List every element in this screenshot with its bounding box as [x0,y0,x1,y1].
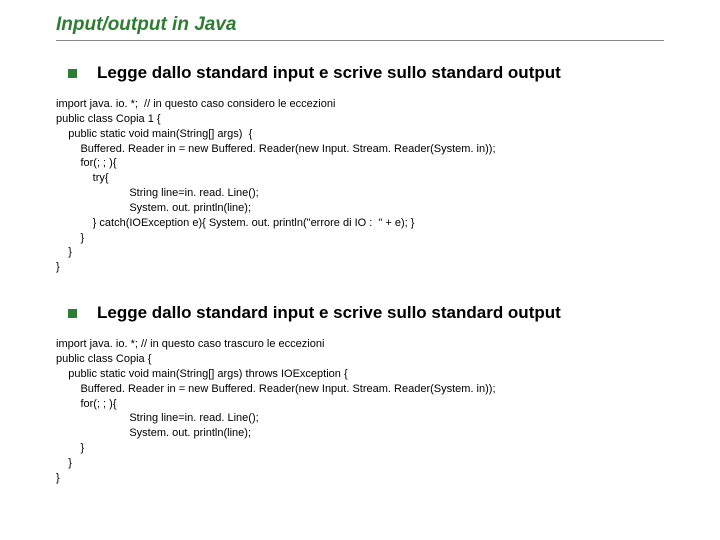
bullet-row-2: Legge dallo standard input e scrive sull… [56,303,664,323]
code-block-2: import java. io. *; // in questo caso tr… [56,337,664,485]
code-block-1: import java. io. *; // in questo caso co… [56,97,664,275]
slide-container: Input/output in Java Legge dallo standar… [0,0,720,534]
square-bullet-icon [68,309,77,318]
bullet-row-1: Legge dallo standard input e scrive sull… [56,63,664,83]
bullet-heading-1: Legge dallo standard input e scrive sull… [97,63,561,83]
slide-title: Input/output in Java [56,14,664,36]
square-bullet-icon [68,69,77,78]
title-divider [56,40,664,41]
bullet-heading-2: Legge dallo standard input e scrive sull… [97,303,561,323]
